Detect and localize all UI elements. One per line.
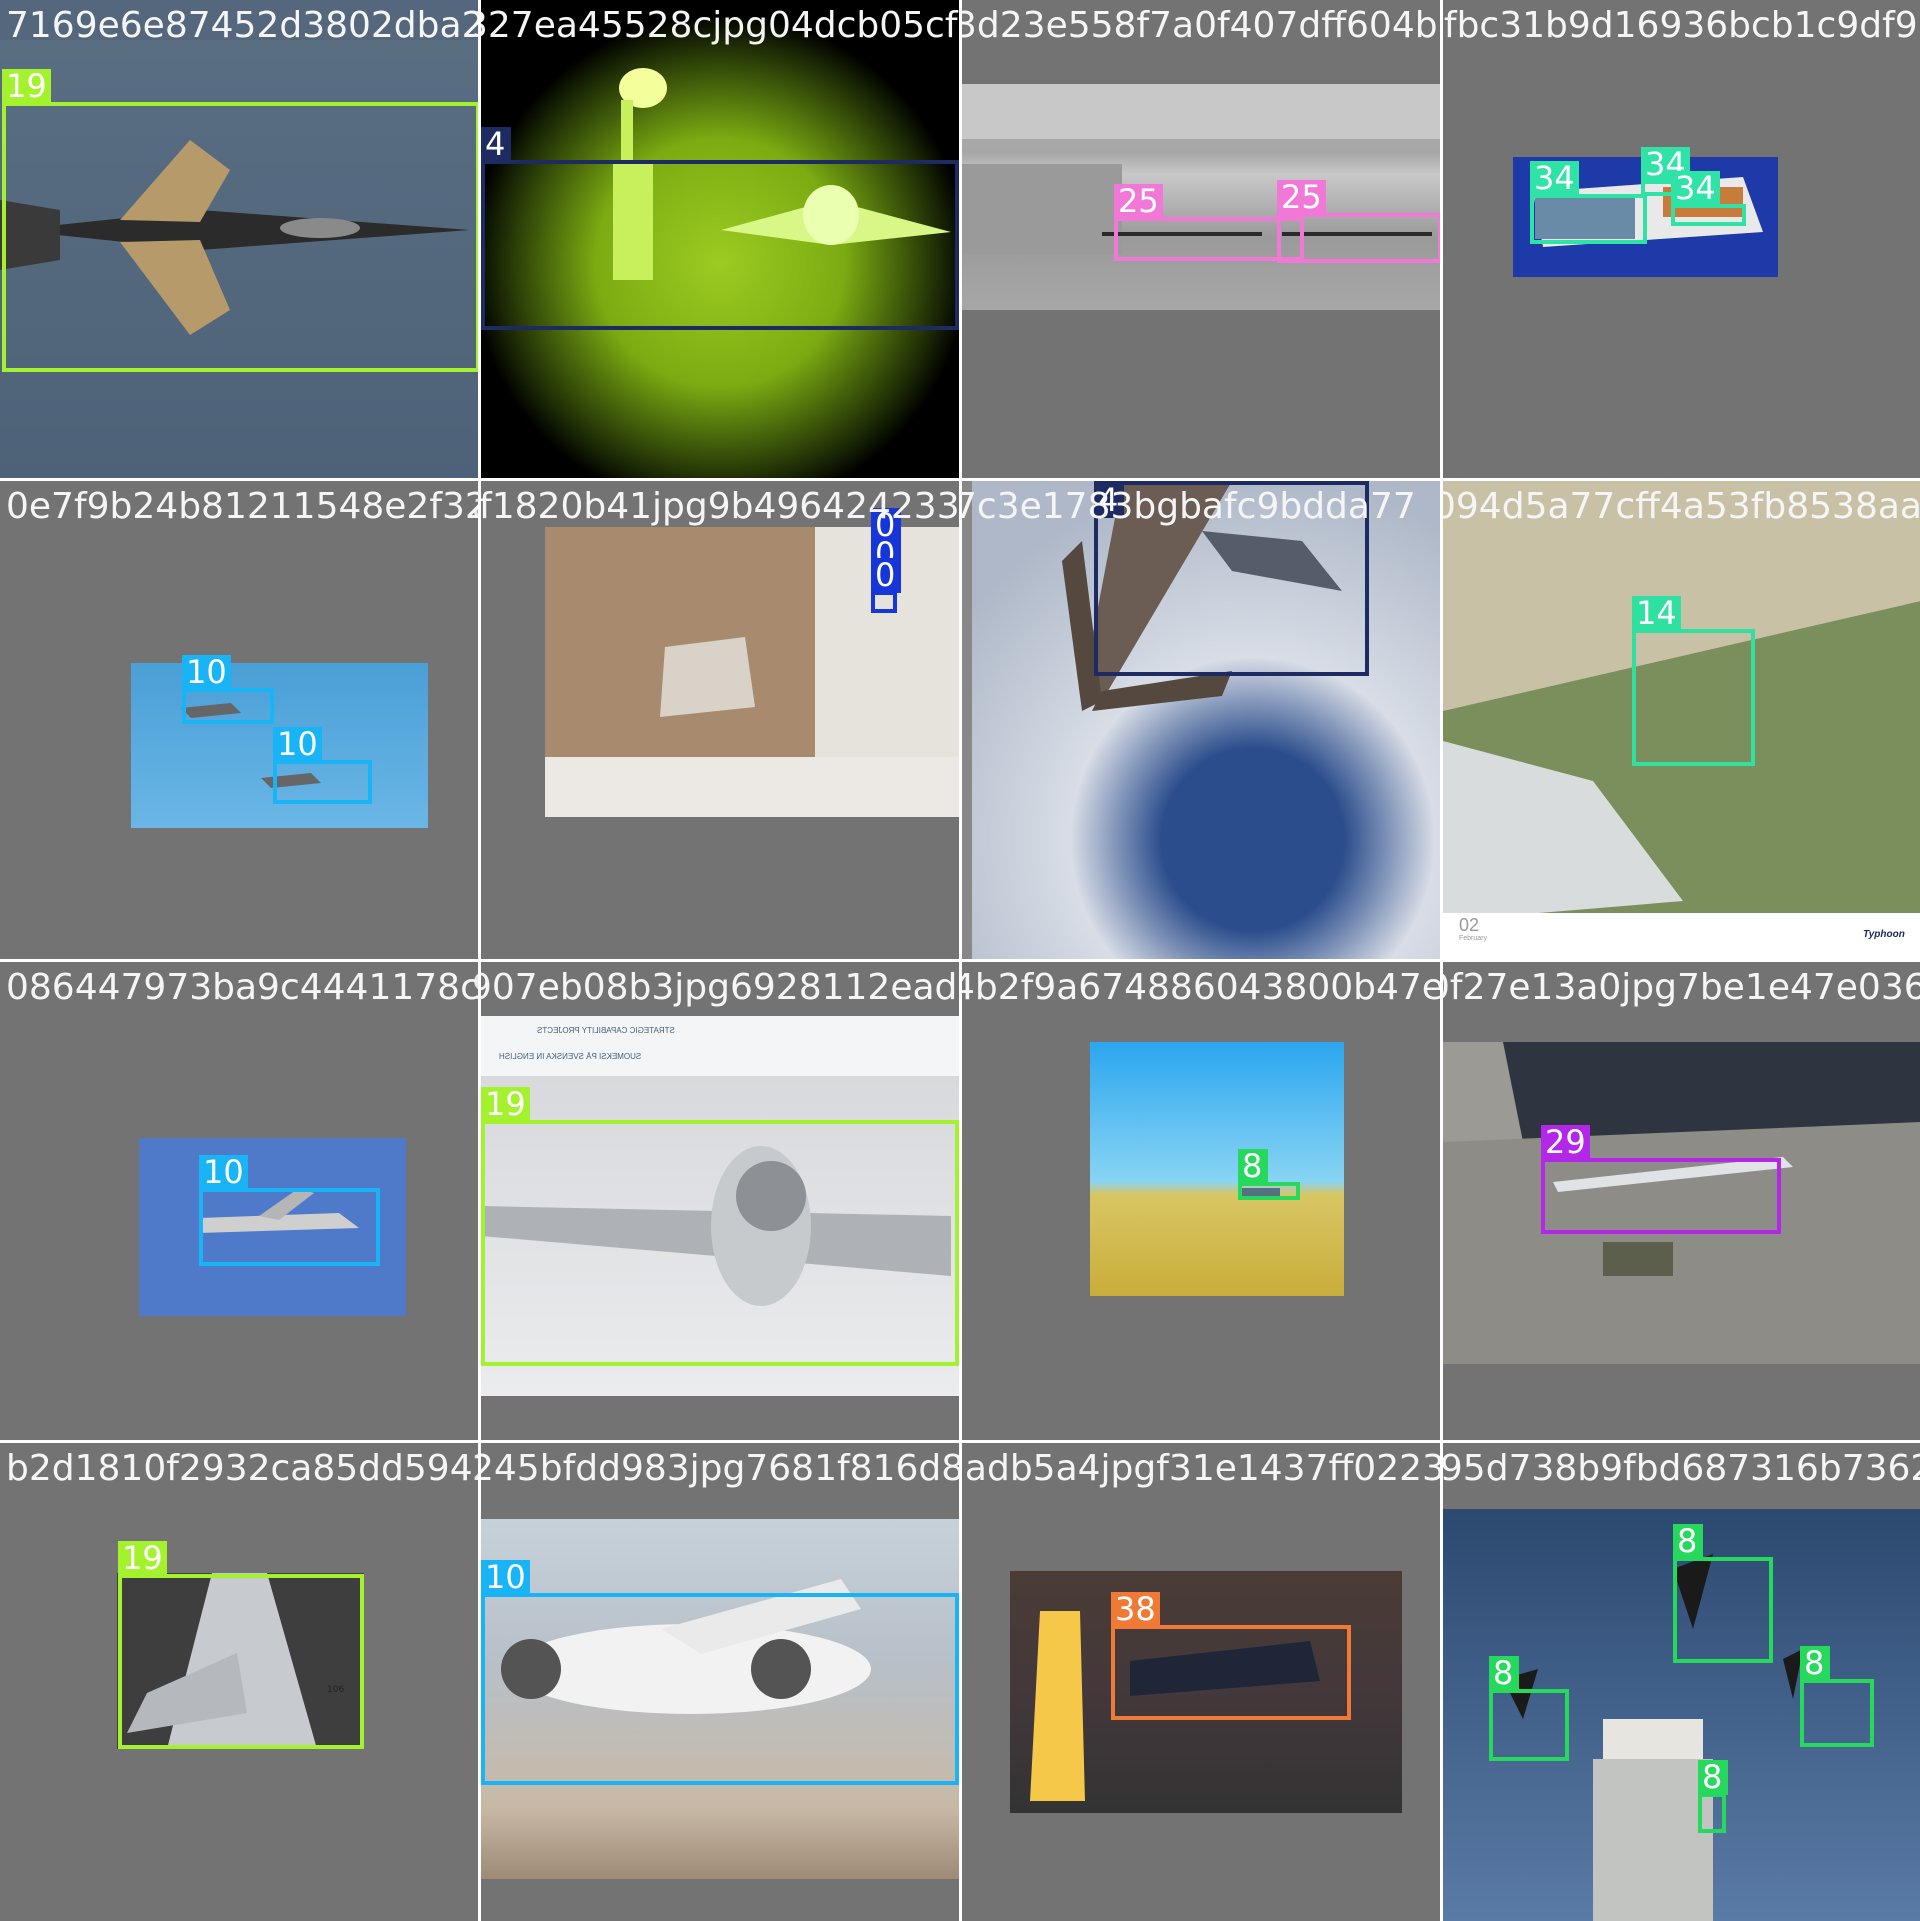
mosaic-tile: 0e7f9b24b81211548e2f325b af1820b49ec9b49… [0, 481, 478, 959]
tile-filename: 0e7f9b24b81211548e2f325b [6, 486, 478, 527]
detection-box: 8 [1489, 1656, 1569, 1761]
tile-filename-overlap: 907eb08b3e6928112eadc3 [472, 966, 478, 1010]
website-nav: SUOMEKSI PÅ SVENSKA IN ENGLISH [499, 1052, 642, 1061]
class-label: 10 [182, 655, 231, 690]
mosaic-tile: 495d738b9fbd687316b7362 8 8 8 8 [1443, 1443, 1920, 1921]
class-label: 8 [1238, 1149, 1268, 1184]
mosaic-tile: af1820b41jpg9b496424233520 0 0 0 [481, 481, 959, 959]
calendar-month-name: February [1459, 935, 1488, 942]
hangar-uav-icon [962, 84, 1440, 254]
detection-box: 10 [481, 1560, 959, 1785]
tile-filename: 495d738b9fbd687316b7362 [1443, 1448, 1920, 1489]
tile-filename: af1820b41jpg9b496424233520 [481, 486, 959, 527]
detection-box: 8 [1673, 1524, 1773, 1663]
mosaic-tile: 907eb08b3jpg6928112eadc34 STRATEGIC CAPA… [481, 962, 959, 1440]
detection-box: 14 [1632, 596, 1755, 766]
class-label: 8 [1673, 1524, 1703, 1559]
tile-filename: 245bfdd983jpg7681f816d8f537 [481, 1448, 959, 1489]
mosaic-tile: 086447973ba9c4441178c293 907eb08b3e69281… [0, 962, 478, 1440]
tile-filename: 7169e6e87452d3802dba20a [6, 5, 478, 46]
class-label: 8 [1489, 1656, 1519, 1691]
detection-box: 4 [481, 127, 959, 330]
tile-filename-overlap: 245bfdd983jf7681f816d8f53 [472, 1447, 478, 1491]
class-label: 38 [1111, 1592, 1160, 1627]
tile-filename-overlap: af1820b49ec9b4964242335 [472, 485, 478, 529]
detection-box: 19 [118, 1541, 364, 1749]
tile-filename: b2d1810f2932ca85dd59411 [6, 1448, 478, 1489]
tile-filename: 086447973ba9c4441178c293 [6, 967, 478, 1008]
mosaic-tile: 3d23e558f7a0f407dff604b15 25 25 [962, 0, 1440, 478]
mosaic-tile: 7c3e1783bgbafc9bdda77 4 [962, 481, 1440, 959]
detection-box: 19 [2, 69, 478, 372]
tile-filename: 0f27e13a0jpg7be1e47e0363 [1443, 967, 1920, 1008]
detection-box: 10 [273, 727, 372, 804]
class-label: 19 [481, 1087, 530, 1122]
calendar-brand: Typhoon [1863, 929, 1905, 940]
tile-filename: 7adb5a4jpgf31e1437ff0223 [962, 1448, 1440, 1489]
class-label: 25 [1277, 180, 1326, 215]
website-header: STRATEGIC CAPABILITY PROJECTS [537, 1026, 675, 1035]
tile-filename: 4b2f9a674886043800b47e45 [962, 967, 1440, 1008]
detection-box: 34 [1530, 161, 1647, 244]
tile-image [1090, 1042, 1344, 1296]
tile-filename: 3d23e558f7a0f407dff604b15 [962, 5, 1440, 46]
class-label: 29 [1541, 1125, 1590, 1160]
tile-filename: 327ea45528cjpg04dcb05cf2ac [481, 5, 959, 46]
mosaic-tile: 7169e6e87452d3802dba20a 327ea4558cpgt04d… [0, 0, 478, 478]
detection-box: 10 [199, 1155, 380, 1266]
class-label: 19 [118, 1541, 167, 1576]
class-label: 8 [1698, 1760, 1728, 1795]
field-aircraft-icon [1240, 1188, 1280, 1196]
detection-box: 34 [1671, 171, 1746, 226]
mosaic-tile: 094d5a77cff4a53fb8538aaf2 02 February Ty… [1443, 481, 1920, 959]
class-label: 34 [1530, 161, 1579, 196]
mosaic-grid: 7169e6e87452d3802dba20a 327ea4558cpgt04d… [0, 0, 1920, 1921]
detection-box: 8 [1238, 1149, 1300, 1200]
class-label: 34 [1671, 171, 1720, 206]
class-label: 8 [1800, 1646, 1830, 1681]
detection-box: 25 [1114, 184, 1304, 261]
class-label: 10 [199, 1155, 248, 1190]
class-label: 0 [871, 558, 901, 593]
tile-filename: 6fbc31b9d16936bcb1c9df9 [1443, 5, 1918, 46]
detection-box: 0 [871, 558, 901, 613]
detection-box: 8 [1800, 1646, 1874, 1747]
class-label: 10 [273, 727, 322, 762]
tile-filename: 907eb08b3jpg6928112eadc34 [481, 967, 959, 1008]
mosaic-tile: 4b2f9a674886043800b47e45 8 [962, 962, 1440, 1440]
detection-box: 29 [1541, 1125, 1781, 1234]
detection-box: 8 [1698, 1760, 1728, 1833]
tile-image [962, 84, 1440, 310]
detection-box: 19 [481, 1087, 959, 1366]
tile-filename: 094d5a77cff4a53fb8538aaf2 [1443, 486, 1920, 527]
tile-filename-overlap: 327ea4558cpgt04dcb05cf2ac [472, 4, 478, 48]
mosaic-tile: 245bfdd983jpg7681f816d8f537 10 [481, 1443, 959, 1921]
detection-box: 25 [1277, 180, 1440, 263]
class-label: 4 [481, 127, 511, 162]
class-label: 19 [2, 69, 51, 104]
class-label: 14 [1632, 596, 1681, 631]
mosaic-tile: 0f27e13a0jpg7be1e47e0363 29 [1443, 962, 1920, 1440]
mosaic-tile: 327ea45528cjpg04dcb05cf2ac 4 [481, 0, 959, 478]
mosaic-tile: 7adb5a4jpgf31e1437ff0223 38 [962, 1443, 1440, 1921]
tile-filename: 7c3e1783bgbafc9bdda77 [962, 486, 1416, 527]
detection-box: 38 [1111, 1592, 1351, 1720]
mosaic-tile: 6fbc31b9d16936bcb1c9df9 34 34 34 [1443, 0, 1920, 478]
class-label: 10 [481, 1560, 530, 1595]
class-label: 25 [1114, 184, 1163, 219]
mosaic-tile: b2d1810f2932ca85dd59411 245bfdd983jf7681… [0, 1443, 478, 1921]
calendar-month-number: 02 [1459, 915, 1480, 935]
detection-box: 10 [182, 655, 274, 724]
